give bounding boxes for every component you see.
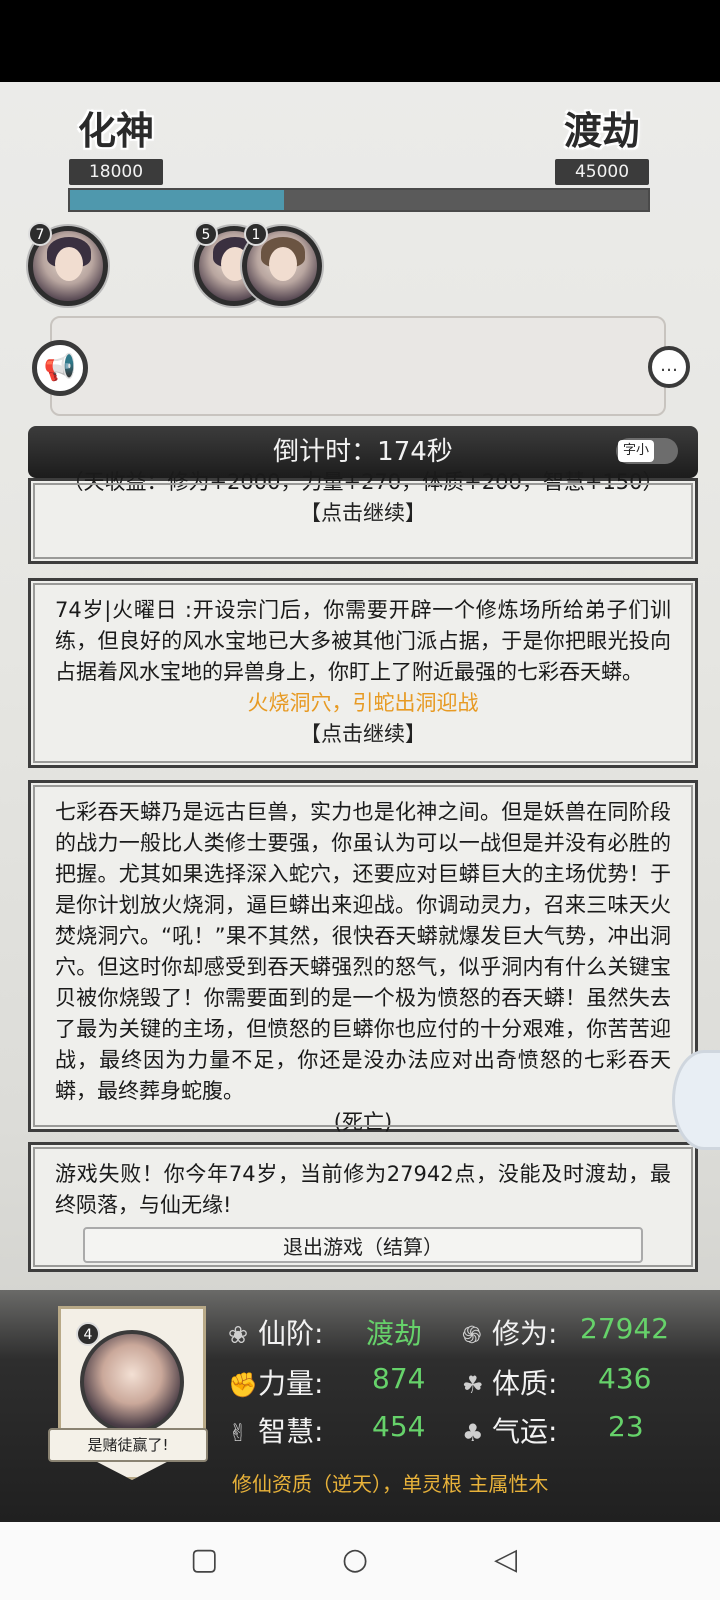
current-realm: 化神 18000 [66, 100, 166, 185]
recent-apps-icon[interactable]: ▢ [190, 1542, 218, 1577]
fist-icon: ✊ [228, 1371, 258, 1399]
player-badge: 4 [76, 1322, 100, 1346]
current-realm-name: 化神 [77, 109, 154, 153]
leaf-icon: ☘ [462, 1371, 484, 1399]
chat-bubble-icon[interactable]: … [648, 346, 690, 388]
party-badge-2: 5 [194, 222, 218, 246]
story-result: (死亡) [333, 1110, 393, 1134]
stat-strength: ✊力量: 874 [228, 1362, 425, 1402]
font-size-toggle[interactable]: 字小 [616, 438, 678, 464]
exit-game-button[interactable]: 退出游戏（结算） [83, 1227, 643, 1263]
stat-cultivation-label: 修为: [492, 1317, 558, 1350]
stat-constitution-label: 体质: [492, 1367, 558, 1400]
continue-link[interactable]: 【点击继续】 [55, 719, 671, 750]
next-realm-name: 渡劫 [563, 109, 640, 153]
story-card-text: 74岁|火曜日 :开设宗门后，你需要开辟一个修炼场所给弟子们训练，但良好的风水宝… [55, 598, 671, 684]
stat-realm-value: 渡劫 [366, 1317, 423, 1350]
countdown-text: 倒计时：174秒 [273, 437, 453, 467]
stat-constitution: ☘ 体质: 436 [462, 1362, 651, 1402]
story-card[interactable]: （天收益：修为+2000，力量+270，体质+200，智慧+150） 【点击继续… [28, 470, 698, 564]
hand-icon: ✌ [228, 1419, 249, 1447]
story-card-text: （天收益：修为+2000，力量+270，体质+200，智慧+150） [62, 470, 664, 494]
stat-constitution-value: 436 [598, 1362, 652, 1395]
stat-wisdom-label: 智慧: [258, 1415, 324, 1448]
megaphone-icon[interactable]: 📢 [32, 340, 88, 396]
clover-icon: ♣ [462, 1419, 484, 1447]
stat-luck-label: 气运: [492, 1415, 558, 1448]
player-avatar[interactable] [80, 1330, 184, 1434]
story-card[interactable]: 74岁|火曜日 :开设宗门后，你需要开辟一个修炼场所给弟子们训练，但良好的风水宝… [28, 578, 698, 768]
stat-wisdom: ✌ 智慧: 454 [228, 1410, 425, 1450]
chat-panel[interactable] [50, 316, 666, 416]
player-talent: 修仙资质（逆天），单灵根 主属性木 [232, 1472, 549, 1496]
story-card: 七彩吞天蟒乃是远古巨兽，实力也是化神之间。但是妖兽在同阶段的战力一般比人类修士要… [28, 780, 698, 1134]
story-card-text: 七彩吞天蟒乃是远古巨兽，实力也是化神之间。但是妖兽在同阶段的战力一般比人类修士要… [55, 800, 671, 1103]
realm-progress-fill [70, 190, 284, 210]
party-badge-1: 7 [28, 222, 52, 246]
font-size-toggle-label: 字小 [618, 440, 654, 462]
stat-strength-value: 874 [372, 1362, 426, 1395]
stat-realm: ❀ 仙阶: 渡劫 [228, 1312, 422, 1352]
stat-wisdom-value: 454 [372, 1410, 426, 1443]
system-nav-bar: ▢ ○ ◁ [0, 1522, 720, 1600]
party-badge-3: 1 [244, 222, 268, 246]
stat-luck: ♣ 气运: 23 [462, 1410, 644, 1450]
stat-strength-label: 力量: [258, 1367, 324, 1400]
next-realm: 渡劫 45000 [552, 100, 652, 185]
lotus-icon: ❀ [228, 1321, 249, 1349]
realm-progress-bar [68, 188, 650, 212]
stat-realm-label: 仙阶: [258, 1317, 324, 1350]
continue-link[interactable]: 【点击继续】 [55, 498, 671, 529]
status-bar [0, 0, 720, 82]
game-over-text: 游戏失败！你今年74岁，当前修为27942点，没能及时渡劫，最终陨落，与仙无缘! [55, 1162, 671, 1217]
stat-cultivation-value: 27942 [580, 1312, 670, 1345]
player-motto: 是赌徒赢了! [48, 1428, 208, 1462]
next-realm-value: 45000 [555, 159, 649, 185]
current-realm-value: 18000 [69, 159, 163, 185]
back-icon[interactable]: ◁ [494, 1542, 517, 1577]
home-icon[interactable]: ○ [342, 1542, 368, 1577]
game-over-card: 游戏失败！你今年74岁，当前修为27942点，没能及时渡劫，最终陨落，与仙无缘!… [28, 1142, 698, 1272]
stat-cultivation: ֍ 修为: 27942 [462, 1312, 669, 1352]
swirl-icon: ֍ [462, 1321, 482, 1349]
stat-luck-value: 23 [608, 1410, 644, 1443]
story-choice: 火烧洞穴，引蛇出洞迎战 [247, 691, 479, 715]
